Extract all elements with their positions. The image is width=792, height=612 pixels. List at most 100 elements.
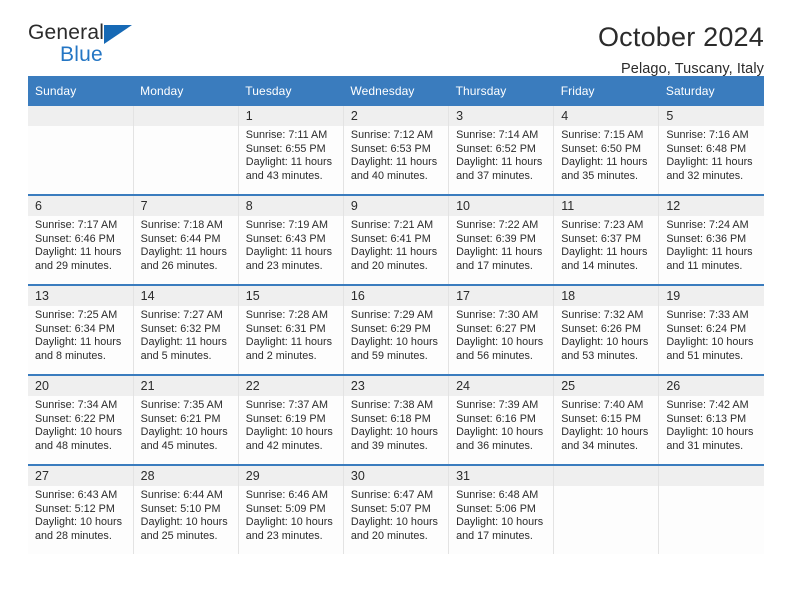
daylight-text-line2: and 36 minutes. [456,439,533,452]
calendar-day-cell[interactable]: 25 Sunrise: 7:40 AM Sunset: 6:15 PM Dayligh… [553,374,660,465]
calendar-day-cell[interactable]: 20 Sunrise: 7:34 AM Sunset: 6:22 PM Dayligh… [28,374,134,465]
day-cell-inner: 8 Sunrise: 7:19 AM Sunset: 6:43 PM Daylight… [238,196,343,284]
generalblue-logo[interactable]: General Blue [28,22,158,70]
daylight-text-line1: Daylight: 10 hours [350,336,438,349]
day-sun-info: Sunrise: 7:16 AM Sunset: 6:48 PM Daylight:… [659,126,764,183]
day-cell-inner: 12 Sunrise: 7:24 AM Sunset: 6:36 PM Dayligh… [659,196,764,284]
calendar-day-cell[interactable]: 8 Sunrise: 7:19 AM Sunset: 6:43 PM Daylight… [238,194,344,285]
daylight-text-line2: and 48 minutes. [35,439,112,452]
day-sun-info: Sunrise: 7:30 AM Sunset: 6:27 PM Daylight:… [449,306,553,363]
day-sun-info: Sunrise: 7:33 AM Sunset: 6:24 PM Daylight:… [659,306,764,363]
day-cell-inner: 23 Sunrise: 7:38 AM Sunset: 6:18 PM Dayligh… [343,376,449,464]
daylight-text-line1: Daylight: 11 hours [245,246,333,259]
calendar-day-cell[interactable]: 9 Sunrise: 7:21 AM Sunset: 6:41 PM Daylight… [343,194,450,285]
day-sun-info: Sunrise: 7:14 AM Sunset: 6:52 PM Daylight:… [449,126,553,183]
day-cell-inner: 19 Sunrise: 7:33 AM Sunset: 6:24 PM Dayligh… [659,286,764,374]
day-number: 31 [449,466,554,486]
day-sun-info: Sunrise: 7:40 AM Sunset: 6:15 PM Daylight:… [554,396,658,453]
calendar-day-cell[interactable]: 13 Sunrise: 7:25 AM Sunset: 6:34 PM Dayligh… [28,284,134,375]
calendar-day-cell[interactable]: 22 Sunrise: 7:37 AM Sunset: 6:19 PM Dayligh… [238,374,344,465]
weekday-header-wednesday: Wednesday [343,76,449,106]
calendar-day-cell[interactable]: 16 Sunrise: 7:29 AM Sunset: 6:29 PM Dayligh… [343,284,450,375]
day-number: 12 [659,196,764,216]
calendar-day-cell[interactable]: 15 Sunrise: 7:28 AM Sunset: 6:31 PM Dayligh… [238,284,344,375]
sunset-text: Sunset: 6:55 PM [245,142,326,155]
day-cell-inner: 11 Sunrise: 7:23 AM Sunset: 6:37 PM Dayligh… [554,196,659,284]
calendar-week-row: 6 Sunrise: 7:17 AM Sunset: 6:46 PM Daylight… [28,194,764,285]
sunrise-text: Sunrise: 7:21 AM [350,219,434,231]
daylight-text-line2: and 25 minutes. [140,529,218,542]
calendar-day-cell[interactable]: 10 Sunrise: 7:22 AM Sunset: 6:39 PM Dayligh… [448,194,555,285]
day-number: 28 [133,466,238,486]
sunset-text: Sunset: 6:50 PM [561,142,642,155]
logo-triangle-icon [104,25,132,44]
calendar-day-cell[interactable]: 30 Sunrise: 6:47 AM Sunset: 5:07 PM Dayligh… [343,464,450,554]
daylight-text-line1: Daylight: 11 hours [561,156,648,169]
calendar-day-cell[interactable]: 21 Sunrise: 7:35 AM Sunset: 6:21 PM Dayligh… [133,374,239,465]
sunrise-text: Sunrise: 7:39 AM [456,399,539,411]
day-sun-info: Sunrise: 7:42 AM Sunset: 6:13 PM Daylight:… [659,396,764,453]
calendar-day-cell[interactable]: 27 Sunrise: 6:43 AM Sunset: 5:12 PM Dayligh… [28,464,134,554]
calendar-day-cell[interactable]: 3 Sunrise: 7:14 AM Sunset: 6:52 PM Daylight… [448,106,555,195]
calendar-day-cell[interactable]: 31 Sunrise: 6:48 AM Sunset: 5:06 PM Dayligh… [448,464,555,554]
sunset-text: Sunset: 5:06 PM [456,502,536,515]
day-number: 21 [133,376,238,396]
daylight-text-line2: and 5 minutes. [140,349,212,362]
day-cell-inner: 18 Sunrise: 7:32 AM Sunset: 6:26 PM Dayligh… [554,286,659,374]
day-cell-inner: 16 Sunrise: 7:29 AM Sunset: 6:29 PM Dayligh… [343,286,449,374]
calendar-table: Sunday Monday Tuesday Wednesday Thursday Frid… [28,76,764,554]
sunrise-text: Sunrise: 7:38 AM [350,399,434,411]
daylight-text-line2: and 42 minutes. [245,439,323,452]
day-number: 1 [238,106,343,126]
day-number: 22 [238,376,343,396]
sunset-text: Sunset: 6:39 PM [456,232,536,245]
sunset-text: Sunset: 6:44 PM [140,232,221,245]
sunrise-text: Sunrise: 7:42 AM [666,399,749,411]
calendar-day-cell[interactable]: 4 Sunrise: 7:15 AM Sunset: 6:50 PM Daylight… [553,106,660,195]
daylight-text-line1: Daylight: 10 hours [456,426,544,439]
day-cell-inner: 4 Sunrise: 7:15 AM Sunset: 6:50 PM Daylight… [554,106,659,194]
day-cell-inner [28,106,133,194]
sunset-text: Sunset: 6:52 PM [456,142,536,155]
calendar-day-cell[interactable]: 18 Sunrise: 7:32 AM Sunset: 6:26 PM Dayligh… [553,284,660,375]
day-cell-inner: 7 Sunrise: 7:18 AM Sunset: 6:44 PM Daylight… [133,196,238,284]
calendar-day-cell[interactable]: 2 Sunrise: 7:12 AM Sunset: 6:53 PM Daylight… [343,106,450,195]
calendar-day-cell[interactable]: 29 Sunrise: 6:46 AM Sunset: 5:09 PM Dayligh… [238,464,344,554]
day-sun-info: Sunrise: 7:25 AM Sunset: 6:34 PM Daylight:… [28,306,133,363]
daylight-text-line1: Daylight: 11 hours [666,246,753,259]
day-number: 24 [449,376,554,396]
calendar-day-cell-empty [658,464,764,554]
sunrise-text: Sunrise: 6:43 AM [35,489,118,501]
calendar-day-cell[interactable]: 28 Sunrise: 6:44 AM Sunset: 5:10 PM Dayligh… [133,464,239,554]
calendar-day-cell[interactable]: 26 Sunrise: 7:42 AM Sunset: 6:13 PM Dayligh… [658,374,764,465]
daylight-text-line2: and 23 minutes. [245,529,323,542]
day-number: 13 [28,286,133,306]
calendar-day-cell-empty [28,106,134,195]
sunset-text: Sunset: 6:21 PM [140,412,221,425]
calendar-day-cell[interactable]: 17 Sunrise: 7:30 AM Sunset: 6:27 PM Dayligh… [448,284,555,375]
day-number: 25 [554,376,659,396]
logo-text-general: General [28,21,105,44]
calendar-day-cell[interactable]: 1 Sunrise: 7:11 AM Sunset: 6:55 PM Daylight… [238,106,344,195]
calendar-day-cell[interactable]: 19 Sunrise: 7:33 AM Sunset: 6:24 PM Dayligh… [658,284,764,375]
weekday-header-monday: Monday [133,76,239,106]
daylight-text-line2: and 17 minutes. [456,529,533,542]
day-sun-info: Sunrise: 7:23 AM Sunset: 6:37 PM Daylight:… [554,216,658,273]
day-sun-info: Sunrise: 6:47 AM Sunset: 5:07 PM Daylight:… [344,486,448,543]
day-cell-inner: 25 Sunrise: 7:40 AM Sunset: 6:15 PM Dayligh… [554,376,659,464]
calendar-day-cell[interactable]: 14 Sunrise: 7:27 AM Sunset: 6:32 PM Dayligh… [133,284,239,375]
day-sun-info: Sunrise: 7:21 AM Sunset: 6:41 PM Daylight:… [344,216,448,273]
sunrise-text: Sunrise: 7:19 AM [245,219,329,231]
page-header: General Blue October 2024 Pelago, Tuscan… [28,0,764,77]
sunrise-text: Sunrise: 7:12 AM [350,129,434,141]
calendar-day-cell[interactable]: 7 Sunrise: 7:18 AM Sunset: 6:44 PM Daylight… [133,194,239,285]
calendar-day-cell[interactable]: 12 Sunrise: 7:24 AM Sunset: 6:36 PM Dayligh… [658,194,764,285]
daylight-text-line2: and 45 minutes. [140,439,218,452]
title-block: October 2024 Pelago, Tuscany, Italy [598,22,764,77]
calendar-day-cell[interactable]: 6 Sunrise: 7:17 AM Sunset: 6:46 PM Daylight… [28,194,134,285]
calendar-day-cell[interactable]: 23 Sunrise: 7:38 AM Sunset: 6:18 PM Dayligh… [343,374,450,465]
calendar-day-cell[interactable]: 11 Sunrise: 7:23 AM Sunset: 6:37 PM Dayligh… [553,194,660,285]
calendar-day-cell[interactable]: 24 Sunrise: 7:39 AM Sunset: 6:16 PM Dayligh… [448,374,555,465]
calendar-day-cell[interactable]: 5 Sunrise: 7:16 AM Sunset: 6:48 PM Daylight… [658,106,764,195]
day-number: 29 [238,466,343,486]
